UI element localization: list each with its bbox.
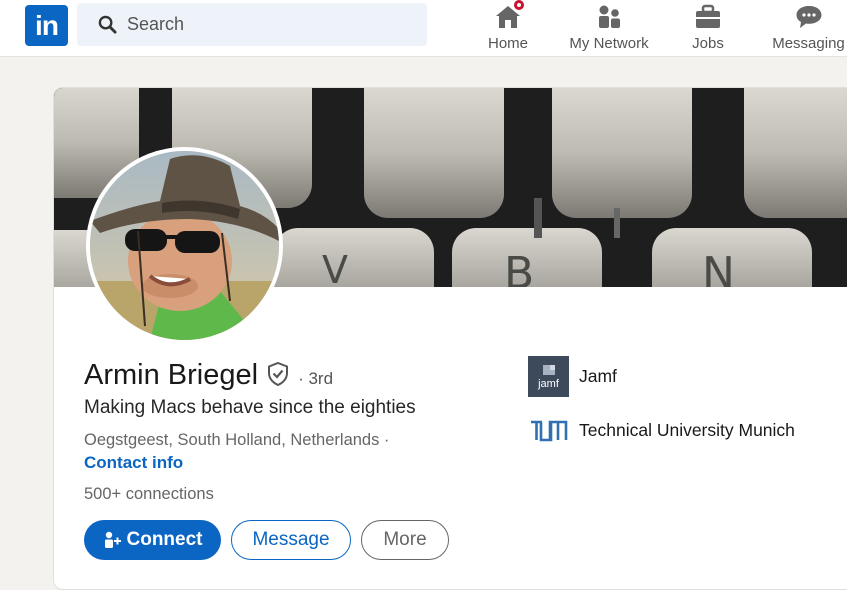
org-name: Technical University Munich — [579, 420, 795, 440]
org-item-tum[interactable]: Technical University Munich — [528, 410, 795, 451]
profile-card: V B N Armin Briegel · 3rd Making Macs be… — [53, 87, 847, 590]
home-icon — [493, 0, 526, 32]
profile-location: Oegstgeest, South Holland, Netherlands · — [84, 431, 390, 449]
people-icon — [594, 2, 624, 32]
svg-text:B: B — [504, 248, 534, 287]
profile-name: Armin Briegel — [84, 359, 259, 391]
svg-text:N: N — [702, 248, 735, 287]
connect-button[interactable]: Connect — [84, 520, 221, 560]
search-input[interactable] — [127, 14, 407, 35]
nav-label: Home — [487, 35, 528, 52]
nav-item-home[interactable]: Home — [483, 0, 533, 56]
search-bar[interactable] — [77, 3, 427, 46]
org-name: Jamf — [579, 366, 617, 386]
nav-item-my-network[interactable]: My Network — [565, 0, 653, 56]
connect-label: Connect — [126, 529, 203, 550]
linkedin-logo[interactable]: in — [25, 5, 68, 46]
profile-avatar[interactable] — [86, 147, 283, 344]
nav-label: Jobs — [692, 35, 724, 52]
search-icon — [97, 15, 117, 35]
briefcase-icon — [693, 2, 723, 32]
notification-badge — [512, 0, 526, 12]
nav-item-jobs[interactable]: Jobs — [688, 0, 728, 56]
more-label: More — [383, 529, 427, 550]
org-item-jamf[interactable]: jamf Jamf — [528, 356, 617, 397]
svg-text:V: V — [322, 248, 348, 287]
profile-headline: Making Macs behave since the eighties — [84, 397, 416, 418]
nav-label: Messaging — [772, 35, 845, 52]
connection-degree: · 3rd — [298, 369, 334, 388]
nav-item-messaging[interactable]: Messaging — [770, 0, 847, 56]
connections-count[interactable]: 500+ connections — [84, 485, 214, 504]
name-row: Armin Briegel · 3rd — [84, 358, 333, 392]
message-label: Message — [252, 529, 330, 550]
chat-icon — [794, 2, 824, 32]
connections-label: connections — [121, 485, 214, 503]
nav-label: My Network — [569, 35, 649, 52]
tum-logo — [528, 410, 569, 451]
logo-text: in — [35, 9, 59, 41]
add-person-icon — [103, 531, 121, 549]
connections-number: 500+ — [84, 485, 122, 503]
jamf-logo: jamf — [528, 356, 569, 397]
more-button[interactable]: More — [361, 520, 449, 560]
message-button[interactable]: Message — [231, 520, 351, 560]
top-navigation-bar: in Home My Network Jobs Messaging — [0, 0, 847, 57]
contact-info-link[interactable]: Contact info — [84, 453, 183, 473]
shield-check-icon[interactable] — [266, 361, 290, 387]
jamf-logo-text: jamf — [538, 378, 559, 390]
